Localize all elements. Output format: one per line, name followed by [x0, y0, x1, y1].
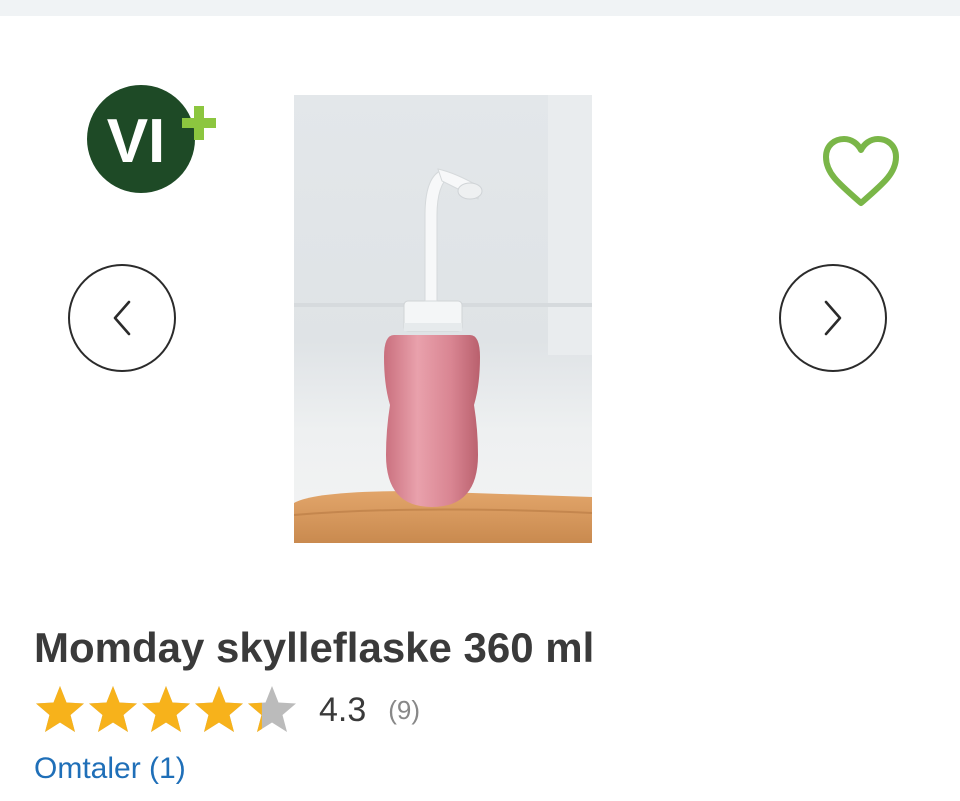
logo-text: VI — [107, 107, 166, 176]
star-icon — [36, 686, 84, 732]
star-icon — [195, 686, 243, 732]
rating-stars — [34, 684, 299, 736]
rating-count: (9) — [388, 694, 421, 725]
top-strip — [0, 0, 960, 16]
rating-value: 4.3 — [319, 690, 367, 729]
rating-row[interactable]: 4.3 (9) — [34, 684, 420, 736]
vi-plus-logo: VI — [87, 85, 216, 193]
favorite-button[interactable] — [818, 133, 904, 211]
product-image[interactable] — [294, 95, 592, 543]
reviews-link[interactable]: Omtaler (1) — [34, 752, 186, 786]
chevron-left-icon — [113, 300, 131, 336]
chevron-right-icon — [824, 300, 842, 336]
product-title: Momday skylleflaske 360 ml — [34, 624, 595, 671]
star-icon — [142, 686, 190, 732]
star-icon — [89, 686, 137, 732]
gallery-next-button[interactable] — [779, 264, 887, 372]
star-icon — [248, 686, 296, 732]
heart-outline-icon — [823, 136, 899, 206]
gallery-prev-button[interactable] — [68, 264, 176, 372]
